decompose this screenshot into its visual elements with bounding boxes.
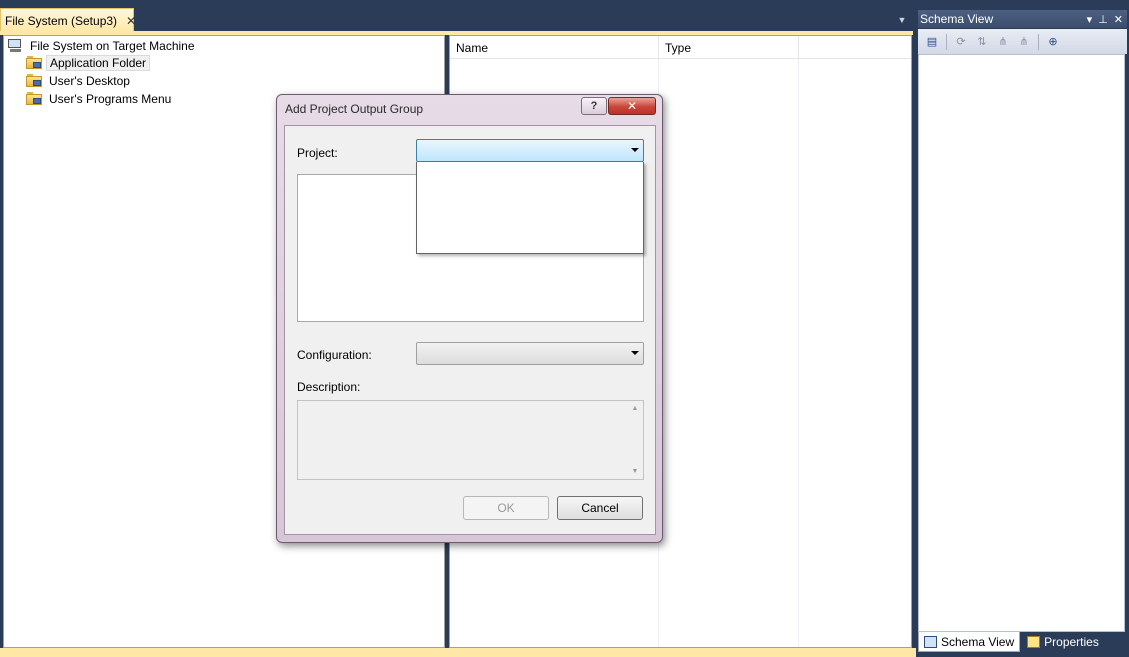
document-bottom-border [0, 648, 916, 657]
refresh-icon[interactable]: ⟳ [952, 33, 970, 51]
tree-item-application-folder[interactable]: Application Folder [26, 54, 151, 71]
tab-schema-view[interactable]: Schema View [918, 632, 1021, 652]
hierarchy-alt-icon[interactable]: ⋔ [1015, 33, 1033, 51]
tab-properties[interactable]: Properties [1022, 632, 1104, 652]
description-label: Description: [297, 380, 361, 394]
tree-item-label: User's Desktop [49, 73, 130, 88]
project-label: Project: [297, 146, 338, 160]
zoom-icon[interactable]: ⊕ [1044, 33, 1062, 51]
close-icon[interactable]: ✕ [126, 15, 136, 27]
schema-view-body[interactable] [918, 54, 1125, 632]
project-combobox[interactable] [416, 139, 644, 162]
configuration-label: Configuration: [297, 348, 372, 362]
help-button[interactable]: ? [581, 97, 607, 115]
tree-item-label: File System on Target Machine [30, 38, 195, 53]
tree-view-icon[interactable]: ▤ [923, 33, 941, 51]
schema-view-icon [924, 635, 937, 648]
toolbar-separator [1038, 33, 1039, 50]
scroll-down-icon[interactable]: ▼ [632, 468, 639, 475]
cancel-button[interactable]: Cancel [557, 496, 643, 520]
column-divider [798, 59, 799, 647]
list-header: Name Type [450, 36, 911, 59]
tab-menu-dropdown-icon[interactable]: ▼ [896, 14, 908, 26]
dialog-title: Add Project Output Group [285, 102, 424, 116]
project-dropdown-list[interactable] [416, 162, 644, 254]
schema-toolbar: ▤ ⟳ ⇅ ⋔ ⋔ ⊕ [918, 29, 1127, 54]
properties-icon [1027, 636, 1041, 648]
folder-icon [26, 92, 42, 105]
tree-item-label: User's Programs Menu [49, 91, 172, 106]
column-header-type[interactable]: Type [659, 36, 799, 59]
toolbar-separator [946, 33, 947, 50]
tab-label: Properties [1044, 635, 1099, 649]
tab-label: Schema View [941, 634, 1015, 649]
dialog-close-button[interactable]: ✕ [608, 97, 656, 115]
panel-menu-icon[interactable]: ▾ [1087, 13, 1093, 26]
tree-root-target-machine[interactable]: File System on Target Machine [7, 37, 198, 54]
chevron-down-icon [631, 148, 639, 152]
panel-title: Schema View [920, 12, 994, 26]
configuration-combobox[interactable] [416, 342, 644, 365]
description-textbox[interactable]: ▲ ▼ [297, 400, 644, 480]
description-scrollbar[interactable]: ▲ ▼ [627, 401, 643, 479]
chevron-down-icon [631, 351, 639, 355]
document-tab-strip [0, 0, 916, 34]
pin-icon[interactable]: ⊥ [1098, 13, 1108, 26]
schema-view-panel: Schema View ▾ ⊥ ✕ ▤ ⟳ ⇅ ⋔ ⋔ ⊕ Schema Vie… [916, 8, 1129, 657]
close-icon[interactable]: ✕ [1114, 13, 1123, 26]
document-tab-label: File System (Setup3) [5, 13, 118, 28]
schema-view-title-bar[interactable]: Schema View ▾ ⊥ ✕ [918, 10, 1127, 28]
computer-icon [7, 38, 23, 53]
folder-icon [26, 74, 42, 87]
tree-item-users-desktop[interactable]: User's Desktop [26, 72, 133, 89]
sort-icon[interactable]: ⇅ [973, 33, 991, 51]
hierarchy-icon[interactable]: ⋔ [994, 33, 1012, 51]
column-header-name[interactable]: Name [450, 36, 659, 59]
scroll-up-icon[interactable]: ▲ [632, 405, 639, 412]
document-tab-file-system[interactable]: File System (Setup3) ✕ [0, 8, 136, 32]
tree-item-users-programs-menu[interactable]: User's Programs Menu [26, 90, 174, 107]
add-project-output-group-dialog: Add Project Output Group ? ✕ Project: Co… [276, 94, 663, 543]
tree-item-label: Application Folder [46, 54, 151, 71]
ok-button[interactable]: OK [463, 496, 549, 520]
folder-icon [26, 56, 42, 69]
schema-bottom-tabs: Schema View Properties [918, 632, 1127, 654]
dialog-content: Project: Configuration: Description: ▲ ▼… [284, 125, 656, 535]
